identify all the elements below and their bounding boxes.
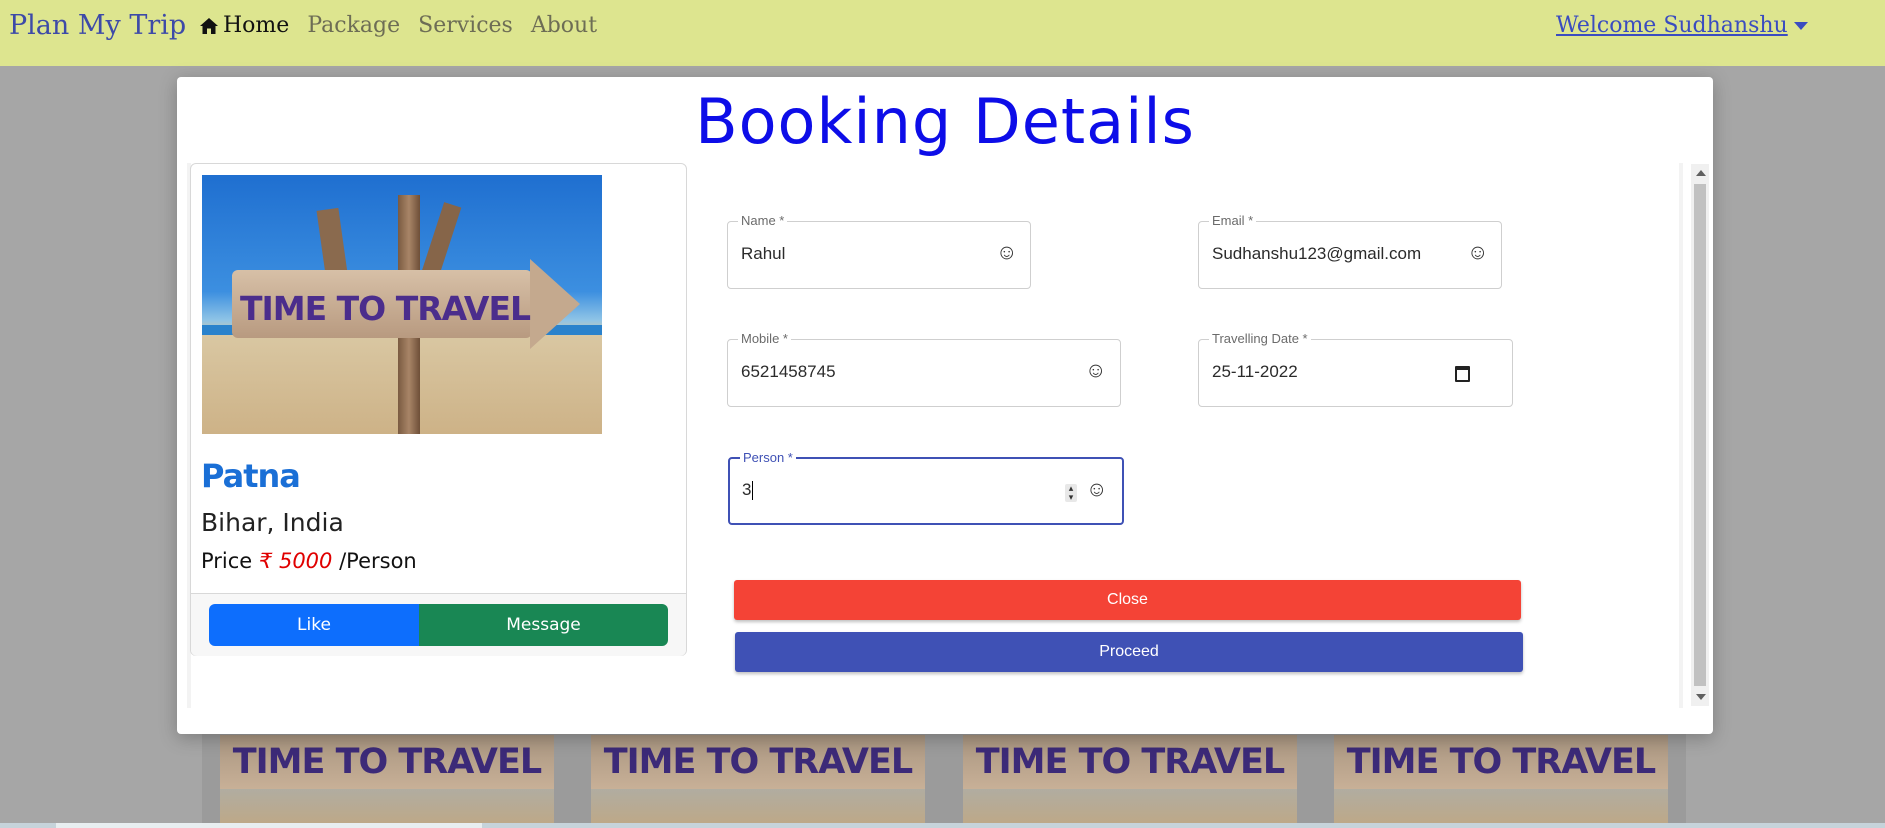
travel-date-field[interactable]: Travelling Date * 25-11-2022 [1198,331,1513,407]
package-image: TIME TO TRAVEL [202,175,602,434]
mobile-label: Mobile * [738,331,791,346]
package-card-footer: Like Message [191,593,686,656]
package-card: TIME TO TRAVEL Patna Bihar, India Price … [190,163,687,656]
background-card-image-text: TIME TO TRAVEL [220,735,554,789]
emoji-icon[interactable]: ☺ [1467,242,1488,263]
nav-about[interactable]: About [531,13,597,38]
like-button[interactable]: Like [209,604,419,646]
nav-services[interactable]: Services [418,13,513,38]
price-label: Price [201,549,253,573]
email-label: Email * [1209,213,1257,228]
user-dropdown[interactable]: Welcome Sudhanshu [1556,13,1808,38]
text-cursor [752,481,754,501]
person-value: 3 [742,480,752,499]
number-spinner-icon[interactable]: ▴ ▾ [1065,484,1077,502]
navbar: Plan My Trip Home Package Services About… [0,0,1885,66]
person-field[interactable]: Person * 3 ▴ ▾ ☺ [728,450,1124,525]
nav-home-label: Home [223,13,290,38]
name-field[interactable]: Name * Rahul ☺ [727,213,1031,289]
bottom-strip [0,823,1885,828]
name-label: Name * [738,213,788,228]
nav-home[interactable]: Home [199,13,289,38]
scroll-thumb[interactable] [1694,184,1706,686]
emoji-icon[interactable]: ☺ [996,242,1017,263]
scroll-up-icon[interactable] [1696,170,1706,176]
name-input[interactable]: Rahul [741,244,785,264]
scroll-down-icon[interactable] [1696,694,1706,700]
calendar-icon[interactable] [1455,366,1470,382]
welcome-label: Welcome Sudhanshu [1556,13,1788,38]
travel-date-input[interactable]: 25-11-2022 [1212,362,1298,382]
person-input[interactable]: 3 [742,480,754,501]
nav-links: Home Package Services About [199,13,597,38]
email-input[interactable]: Sudhanshu123@gmail.com [1212,244,1421,264]
home-icon [200,17,218,34]
modal-title: Booking Details [695,85,1195,158]
package-image-text: TIME TO TRAVEL [240,289,531,328]
background-card-image-text: TIME TO TRAVEL [591,735,925,789]
package-city: Patna [201,457,301,495]
travel-date-label: Travelling Date * [1209,331,1311,346]
price-amount: ₹ 5000 [258,549,333,573]
modal-body-edge [1679,163,1683,708]
package-location: Bihar, India [201,508,344,537]
modal-scrollbar[interactable] [1691,164,1709,706]
close-button[interactable]: Close [734,580,1521,620]
background-card: TIME TO TRAVEL [1334,735,1668,825]
nav-package[interactable]: Package [307,13,400,38]
brand-logo[interactable]: Plan My Trip [9,10,186,41]
background-card-image-text: TIME TO TRAVEL [1334,735,1668,789]
background-card-image-text: TIME TO TRAVEL [963,735,1297,789]
email-field[interactable]: Email * Sudhanshu123@gmail.com ☺ [1198,213,1502,289]
person-label: Person * [740,450,796,465]
mobile-field[interactable]: Mobile * 6521458745 ☺ [727,331,1121,407]
proceed-button[interactable]: Proceed [735,632,1523,672]
package-price: Price ₹ 5000 /Person [201,549,417,573]
emoji-icon[interactable]: ☺ [1086,479,1107,500]
background-card: TIME TO TRAVEL [591,735,925,825]
message-button[interactable]: Message [419,604,668,646]
price-unit: /Person [339,549,417,573]
background-card: TIME TO TRAVEL [220,735,554,825]
emoji-icon[interactable]: ☺ [1085,360,1106,381]
background-card: TIME TO TRAVEL [963,735,1297,825]
booking-modal: Booking Details TIME TO TRAVEL Patna Bih… [177,77,1713,734]
caret-down-icon [1793,21,1808,30]
mobile-input[interactable]: 6521458745 [741,362,836,382]
